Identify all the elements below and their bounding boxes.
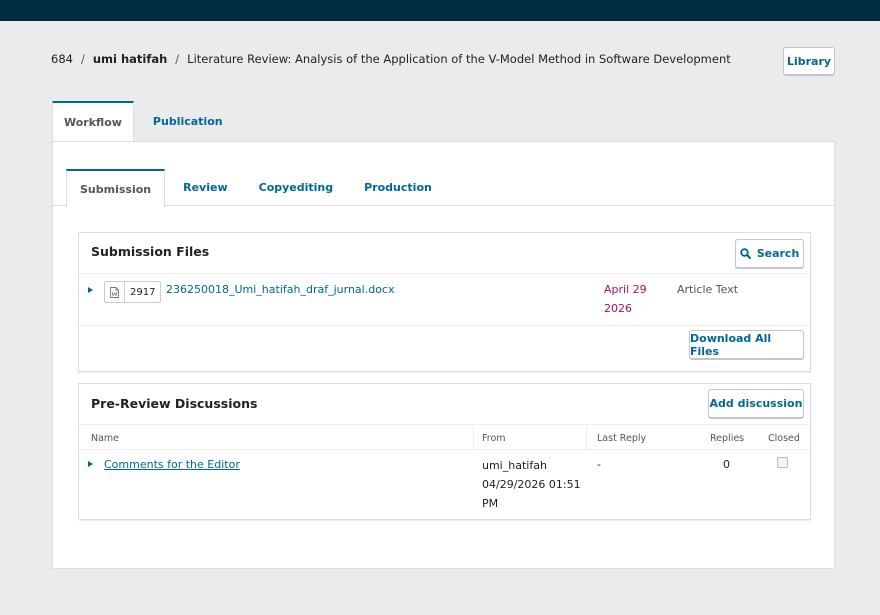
tab-workflow[interactable]: Workflow (52, 101, 134, 141)
column-last-reply: Last Reply (597, 433, 647, 444)
caret-right-icon[interactable] (88, 287, 93, 293)
column-divider (473, 425, 474, 451)
submission-author: umi hatifah (92, 52, 168, 66)
column-closed: Closed (768, 433, 800, 444)
download-all-files-button[interactable]: Download All Files (689, 330, 804, 359)
column-name: Name (91, 433, 120, 444)
workflow-panel: Submission Review Copyediting Production… (52, 141, 835, 569)
discussion-from-user: umi_hatifah (482, 459, 547, 472)
stage-tabs: Submission Review Copyediting Production (66, 169, 445, 207)
breadcrumb-separator: / (80, 52, 85, 66)
discussion-row: Comments for the Editor umi_hatifah 04/2… (79, 450, 810, 518)
pre-review-discussions-card: Pre-Review Discussions Add discussion Na… (78, 383, 811, 520)
submission-files-title: Submission Files (91, 244, 210, 259)
discussions-title: Pre-Review Discussions (91, 396, 258, 411)
file-badge: 2917 (104, 281, 162, 303)
discussion-last-reply: - (597, 458, 601, 471)
tab-copyediting[interactable]: Copyediting (246, 169, 347, 206)
discussions-table-header: Name From Last Reply Replies Closed (79, 424, 810, 451)
search-button[interactable]: Search (735, 239, 804, 268)
file-id: 2917 (130, 286, 156, 298)
search-icon (740, 248, 751, 259)
file-date-year: 2026 (604, 302, 632, 315)
file-name-link[interactable]: 236250018_Umi_hatifah_draf_jurnal.docx (166, 283, 395, 296)
top-header-bar (0, 0, 880, 21)
search-button-label: Search (756, 247, 800, 260)
library-button[interactable]: Library (783, 47, 835, 75)
discussion-name-link[interactable]: Comments for the Editor (104, 458, 240, 471)
discussion-replies-count: 0 (723, 458, 730, 471)
file-date-month-day: April 29 (604, 283, 647, 296)
tab-submission[interactable]: Submission (66, 169, 166, 207)
column-replies: Replies (710, 433, 745, 444)
caret-right-icon[interactable] (88, 461, 93, 467)
tab-publication[interactable]: Publication (142, 101, 234, 141)
column-from: From (482, 433, 506, 444)
submission-id: 684 (51, 52, 73, 66)
file-date: April 29 2026 (604, 280, 647, 318)
tab-production[interactable]: Production (351, 169, 445, 206)
main-tabs: Workflow Publication (52, 101, 234, 141)
discussion-from: umi_hatifah 04/29/2026 01:51 PM (482, 456, 582, 513)
discussion-closed-checkbox (777, 457, 788, 468)
file-type: Article Text (677, 283, 739, 296)
submission-title: Literature Review: Analysis of the Appli… (187, 52, 731, 66)
file-row: 2917 236250018_Umi_hatifah_draf_jurnal.d… (79, 273, 810, 326)
submission-files-card: Submission Files Search 2917 236250018_U… (78, 232, 811, 372)
add-discussion-button[interactable]: Add discussion (708, 389, 804, 418)
tab-review[interactable]: Review (170, 169, 241, 206)
breadcrumb: 684 / umi hatifah / Literature Review: A… (51, 52, 731, 66)
breadcrumb-separator: / (175, 52, 180, 66)
stage-tabbar: Submission Review Copyediting Production (53, 142, 834, 207)
discussion-from-datetime: 04/29/2026 01:51 PM (482, 478, 581, 510)
column-divider (586, 425, 587, 451)
word-document-icon (105, 282, 125, 302)
